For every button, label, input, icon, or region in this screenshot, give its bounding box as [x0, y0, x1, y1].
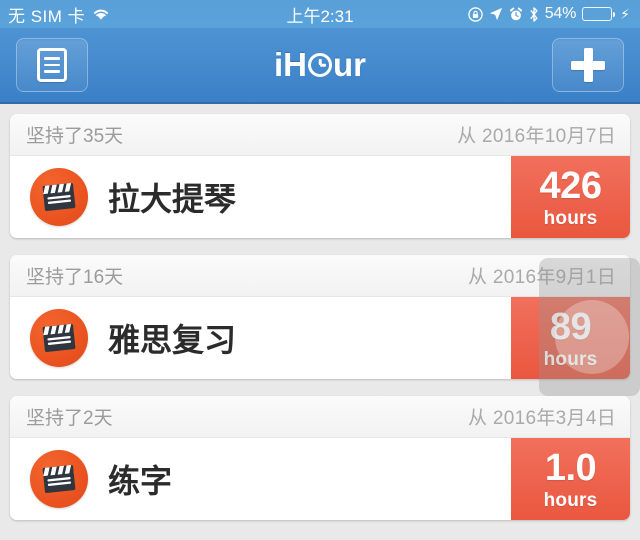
- navigation-bar: iH ur: [0, 28, 640, 104]
- clock-icon: [308, 53, 332, 77]
- document-list-icon: [37, 48, 67, 82]
- hours-unit-label: hours: [543, 207, 598, 229]
- task-card[interactable]: 坚持了35天 从 2016年10月7日 拉大提琴 426 hours: [10, 114, 630, 238]
- start-date-label: 从 2016年9月1日: [468, 267, 616, 288]
- task-title: 练字: [108, 463, 173, 499]
- task-list: 坚持了35天 从 2016年10月7日 拉大提琴 426 hours 坚持了16…: [0, 104, 640, 520]
- task-card-header: 坚持了2天 从 2016年3月4日: [10, 396, 630, 438]
- task-card-main: 雅思复习: [10, 297, 511, 379]
- start-date-label: 从 2016年3月4日: [468, 408, 616, 429]
- clapperboard-icon: [30, 450, 88, 508]
- task-card-body: 雅思复习 89 hours: [10, 297, 630, 379]
- carrier-label: 无 SIM 卡: [8, 6, 86, 26]
- battery-percent-label: 54%: [544, 5, 577, 22]
- task-title: 雅思复习: [108, 322, 237, 358]
- hours-badge: 1.0 hours: [511, 438, 630, 520]
- status-bar-left: 无 SIM 卡: [8, 2, 110, 27]
- task-title: 拉大提琴: [108, 181, 237, 217]
- hours-value: 1.0: [544, 446, 597, 489]
- task-card-main: 拉大提琴: [10, 156, 511, 238]
- start-date-label: 从 2016年10月7日: [457, 126, 616, 147]
- page-title-suffix: ur: [333, 46, 366, 83]
- page-title-prefix: iH: [274, 46, 307, 83]
- add-button[interactable]: [552, 38, 624, 92]
- hours-unit-label: hours: [543, 348, 598, 370]
- task-card[interactable]: 坚持了2天 从 2016年3月4日 练字 1.0 hours: [10, 396, 630, 520]
- streak-days-label: 坚持了16天: [26, 267, 124, 288]
- task-card-header: 坚持了35天 从 2016年10月7日: [10, 114, 630, 156]
- plus-icon: [571, 48, 605, 82]
- task-card-main: 练字: [10, 438, 511, 520]
- hours-badge: 89 hours: [511, 297, 630, 379]
- alarm-clock-icon: [509, 7, 523, 22]
- list-button[interactable]: [16, 38, 88, 92]
- hours-value: 89: [549, 305, 592, 348]
- task-card-body: 拉大提琴 426 hours: [10, 156, 630, 238]
- rotation-lock-icon: [468, 6, 483, 22]
- clapperboard-icon: [30, 168, 88, 226]
- battery-icon: [582, 7, 616, 21]
- streak-days-label: 坚持了35天: [26, 126, 124, 147]
- task-card[interactable]: 坚持了16天 从 2016年9月1日 雅思复习 89 hours: [10, 255, 630, 379]
- status-bar: 无 SIM 卡 上午2:31 54% ⚡: [0, 0, 640, 28]
- streak-days-label: 坚持了2天: [26, 408, 113, 429]
- wifi-icon: [92, 7, 110, 21]
- clapperboard-icon: [30, 309, 88, 367]
- page-title: iH ur: [0, 46, 640, 84]
- lightning-bolt-icon: ⚡: [620, 5, 630, 22]
- hours-badge: 426 hours: [511, 156, 630, 238]
- location-arrow-icon: [489, 7, 503, 21]
- hours-value: 426: [539, 164, 602, 207]
- task-card-header: 坚持了16天 从 2016年9月1日: [10, 255, 630, 297]
- bluetooth-icon: [529, 6, 539, 22]
- hours-unit-label: hours: [543, 489, 598, 511]
- status-bar-right: 54% ⚡: [468, 5, 630, 23]
- task-card-body: 练字 1.0 hours: [10, 438, 630, 520]
